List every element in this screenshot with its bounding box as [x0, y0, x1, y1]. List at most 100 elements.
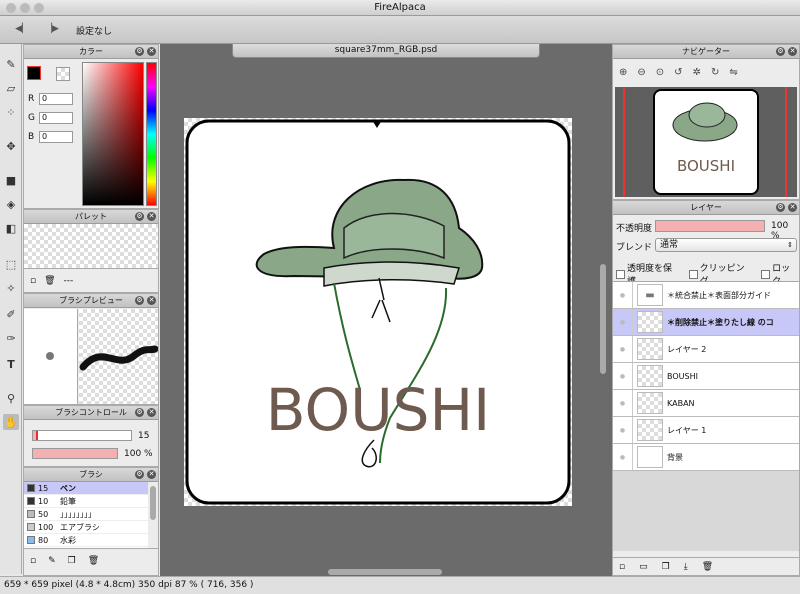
panel-options-icon[interactable]: ⚙	[135, 470, 144, 479]
brush-list-item[interactable]: 50 」」」」」」」」	[24, 508, 148, 521]
edit-brush-icon[interactable]: ✎	[48, 556, 56, 566]
palette-swatch-area[interactable]	[24, 224, 158, 268]
brush-name: エアブラシ	[60, 522, 100, 532]
layer-visibility-icon[interactable]: ●	[613, 363, 633, 389]
navigator-preview[interactable]: BOUSHI	[615, 87, 797, 197]
panel-options-icon[interactable]: ⚙	[776, 47, 785, 56]
g-input[interactable]: 0	[39, 112, 73, 124]
pen-tool-icon[interactable]: ✎	[3, 56, 19, 72]
panel-options-icon[interactable]: ⚙	[776, 203, 785, 212]
layer-row[interactable]: ● レイヤー 2	[613, 336, 799, 363]
hand-tool-icon[interactable]: ✋	[3, 414, 19, 430]
layer-row[interactable]: ● ▬ ＊統合禁止＊表面部分ガイド	[613, 282, 799, 309]
magic-wand-tool-icon[interactable]: ✧	[3, 280, 19, 296]
new-brush-icon[interactable]: ▫	[30, 556, 36, 566]
panel-close-icon[interactable]: ✕	[147, 470, 156, 479]
brush-list-item[interactable]: 15 ペン	[24, 482, 148, 495]
r-input[interactable]: 0	[39, 93, 73, 105]
layer-opacity-label: 不透明度	[616, 224, 653, 234]
layer-visibility-icon[interactable]: ●	[613, 282, 633, 308]
select-pen-tool-icon[interactable]: ✐	[3, 306, 19, 322]
layer-row[interactable]: ● ＊削除禁止＊塗りたし線 のコ	[613, 309, 799, 336]
layer-visibility-icon[interactable]: ●	[613, 444, 633, 470]
panel-options-icon[interactable]: ⚙	[135, 47, 144, 56]
panel-options-icon[interactable]: ⚙	[135, 408, 144, 417]
brush-panel: ブラシ ⚙ ✕ 15 ペン 10 鉛筆 50 」」」」」」」」 100 エアブラシ 80 水彩 ▫…	[23, 467, 159, 576]
flip-icon[interactable]: ⇋	[729, 67, 737, 78]
panel-close-icon[interactable]: ✕	[147, 408, 156, 417]
panel-close-icon[interactable]: ✕	[788, 203, 797, 212]
hue-slider[interactable]	[146, 62, 157, 206]
dot-tool-icon[interactable]: ⁘	[3, 104, 19, 120]
panel-close-icon[interactable]: ✕	[147, 47, 156, 56]
zoom-fit-icon[interactable]: ⊙	[656, 67, 664, 78]
layer-visibility-icon[interactable]: ●	[613, 390, 633, 416]
close-window-button[interactable]	[6, 3, 16, 13]
layer-thumbnail	[637, 311, 663, 333]
preset-label[interactable]: 設定なし	[76, 24, 112, 37]
rotate-right-icon[interactable]: ↻	[711, 67, 719, 78]
layer-row[interactable]: ● KABAN	[613, 390, 799, 417]
zoom-out-icon[interactable]: ⊖	[637, 67, 645, 78]
canvas-horizontal-scrollbar[interactable]	[328, 569, 442, 575]
layer-visibility-icon[interactable]: ●	[613, 309, 633, 335]
brush-list-item[interactable]: 10 鉛筆	[24, 495, 148, 508]
panel-options-icon[interactable]: ⚙	[135, 296, 144, 305]
brush-size: 100	[38, 522, 54, 532]
layer-row[interactable]: ● レイヤー 1	[613, 417, 799, 444]
zoom-in-icon[interactable]: ⊕	[619, 67, 627, 78]
text-tool-icon[interactable]: T	[3, 356, 19, 372]
panel-options-icon[interactable]: ⚙	[135, 212, 144, 221]
saturation-value-picker[interactable]	[82, 62, 144, 206]
select-eraser-tool-icon[interactable]: ✑	[3, 330, 19, 346]
delete-swatch-icon[interactable]: 🗑	[44, 276, 55, 286]
transparent-color-swatch[interactable]	[56, 67, 70, 81]
new-folder-icon[interactable]: ▭	[639, 562, 648, 572]
move-tool-icon[interactable]: ✥	[3, 138, 19, 154]
gradient-tool-icon[interactable]: ◧	[3, 220, 19, 236]
layer-row[interactable]: ● BOUSHI	[613, 363, 799, 390]
rotate-left-icon[interactable]: ↺	[674, 67, 682, 78]
new-swatch-icon[interactable]: ▫	[30, 276, 36, 286]
delete-layer-icon[interactable]: 🗑	[702, 562, 713, 572]
brush-preview-panel: ブラシプレビュー ⚙ ✕	[23, 293, 159, 405]
merge-layer-icon[interactable]: ⤓	[684, 562, 688, 572]
brush-list-item[interactable]: 100 エアブラシ	[24, 521, 148, 534]
zoom-window-button[interactable]	[34, 3, 44, 13]
panel-close-icon[interactable]: ✕	[147, 296, 156, 305]
back-arrow-icon[interactable]: ◀▏	[14, 22, 30, 36]
blend-mode-select[interactable]: 通常 ⇕	[655, 238, 797, 252]
bucket-tool-icon[interactable]: ◈	[3, 196, 19, 212]
delete-brush-icon[interactable]: 🗑	[88, 556, 99, 566]
layer-row[interactable]: ● 背景	[613, 444, 799, 471]
brush-dot	[46, 352, 54, 360]
duplicate-brush-icon[interactable]: ❐	[68, 556, 76, 566]
layer-opacity-slider[interactable]	[655, 220, 765, 232]
brush-opacity-slider[interactable]	[32, 448, 118, 459]
duplicate-layer-icon[interactable]: ❐	[662, 562, 670, 572]
forward-arrow-icon[interactable]: ▕▶	[44, 22, 60, 36]
color-panel-title: カラー	[79, 47, 103, 56]
b-input[interactable]: 0	[39, 131, 73, 143]
new-layer-icon[interactable]: ▫	[619, 562, 625, 572]
brush-list-scrollbar[interactable]	[150, 486, 156, 520]
minimize-window-button[interactable]	[20, 3, 30, 13]
document-canvas[interactable]: BOUSHI	[184, 118, 572, 506]
select-tool-icon[interactable]: ⬚	[3, 256, 19, 272]
panel-close-icon[interactable]: ✕	[788, 47, 797, 56]
document-tab[interactable]: square37mm_RGB.psd	[232, 44, 540, 58]
canvas-vertical-scrollbar[interactable]	[600, 264, 606, 374]
rotate-reset-icon[interactable]: ✲	[693, 67, 701, 78]
panel-close-icon[interactable]: ✕	[147, 212, 156, 221]
brush-list-item[interactable]: 80 水彩	[24, 534, 148, 547]
eraser-tool-icon[interactable]: ▱	[3, 80, 19, 96]
top-toolbar: ◀▏ ▕▶ 設定なし	[0, 16, 800, 44]
eyedropper-tool-icon[interactable]: ⚲	[3, 390, 19, 406]
navigator-panel: ナビゲーター ⚙ ✕ ⊕ ⊖ ⊙ ↺ ✲ ↻ ⇋ BOUSHI	[612, 44, 800, 200]
fill-rect-tool-icon[interactable]: ■	[3, 172, 19, 188]
primary-color-swatch[interactable]	[27, 66, 41, 80]
layer-visibility-icon[interactable]: ●	[613, 336, 633, 362]
layer-visibility-icon[interactable]: ●	[613, 417, 633, 443]
layer-thumbnail	[637, 419, 663, 441]
brush-size-slider[interactable]	[32, 430, 132, 441]
